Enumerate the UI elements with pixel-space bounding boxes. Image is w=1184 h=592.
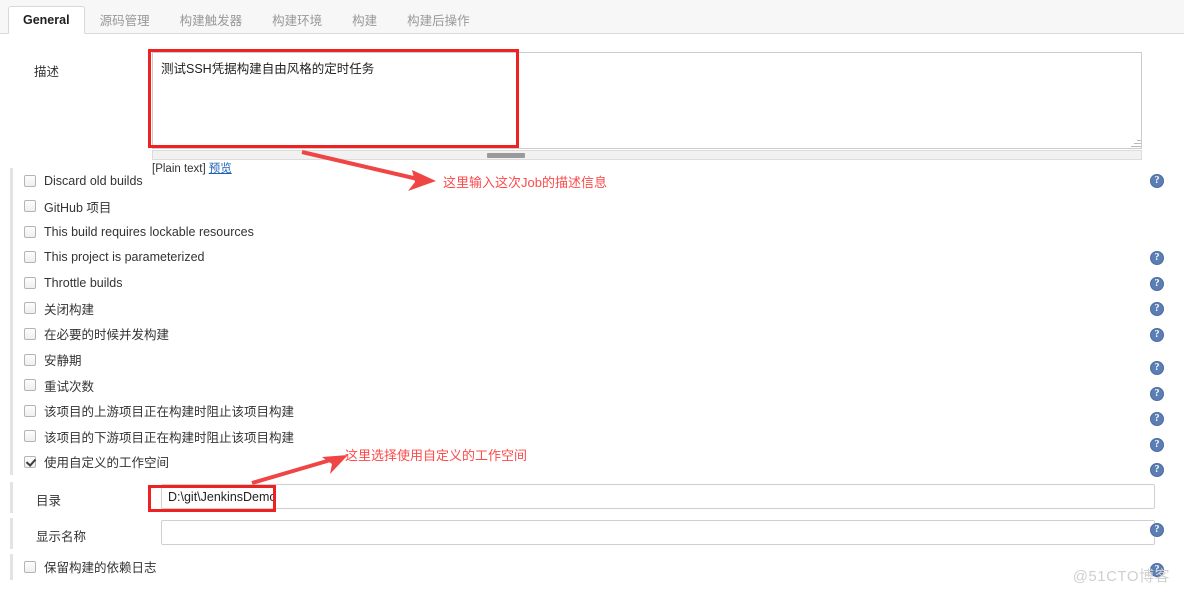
field-display-name-row: 显示名称 bbox=[10, 518, 1174, 549]
option-block-upstream[interactable]: 该项目的上游项目正在构建时阻止该项目构建 bbox=[13, 398, 1174, 424]
checkbox-retry-count[interactable] bbox=[24, 379, 36, 392]
options-group-1: Discard old builds GitHub 项目 This build … bbox=[10, 168, 1174, 347]
label-lockable-resources: This build requires lockable resources bbox=[44, 224, 254, 239]
options-group-3: 保留构建的依赖日志 bbox=[10, 554, 1174, 580]
checkbox-custom-workspace[interactable] bbox=[24, 455, 36, 468]
tab-general[interactable]: General bbox=[8, 6, 85, 34]
input-display-name[interactable] bbox=[161, 520, 1155, 545]
option-parameterized[interactable]: This project is parameterized bbox=[13, 245, 1174, 271]
label-display-name: 显示名称 bbox=[36, 530, 87, 544]
help-icon-block-downstream[interactable]: ? bbox=[1150, 438, 1164, 452]
tab-post-build-actions[interactable]: 构建后操作 bbox=[392, 7, 485, 34]
label-disable-build: 关闭构建 bbox=[44, 302, 95, 317]
tab-post-build-actions-label: 构建后操作 bbox=[407, 14, 470, 28]
checkbox-concurrent-builds[interactable] bbox=[24, 327, 36, 340]
label-block-upstream: 该项目的上游项目正在构建时阻止该项目构建 bbox=[44, 405, 295, 420]
input-directory[interactable] bbox=[161, 484, 1155, 509]
tab-build-triggers[interactable]: 构建触发器 bbox=[165, 7, 258, 34]
watermark: @51CTO博客 bbox=[1072, 568, 1170, 585]
label-keep-dependencies-log: 保留构建的依赖日志 bbox=[44, 561, 157, 576]
tab-general-label: General bbox=[23, 13, 70, 27]
checkbox-block-downstream[interactable] bbox=[24, 430, 36, 443]
tab-build-environment-label: 构建环境 bbox=[272, 14, 323, 28]
tab-build-triggers-label: 构建触发器 bbox=[179, 14, 243, 28]
label-discard-old-builds: Discard old builds bbox=[44, 173, 143, 188]
checkbox-keep-dependencies-log[interactable] bbox=[24, 560, 36, 573]
option-block-downstream[interactable]: 该项目的下游项目正在构建时阻止该项目构建 bbox=[13, 424, 1174, 450]
label-directory: 目录 bbox=[36, 494, 62, 508]
help-icon-custom-workspace[interactable]: ? bbox=[1150, 463, 1164, 477]
scrollbar-thumb[interactable] bbox=[487, 153, 525, 158]
field-directory-row: 目录 bbox=[10, 482, 1174, 513]
label-concurrent-builds: 在必要的时候并发构建 bbox=[44, 328, 170, 343]
checkbox-block-upstream[interactable] bbox=[24, 404, 36, 417]
checkbox-disable-build[interactable] bbox=[24, 302, 36, 315]
options-group-2: 安静期 重试次数 该项目的上游项目正在构建时阻止该项目构建 该项目的下游项目正在… bbox=[10, 347, 1174, 475]
checkbox-discard-old-builds[interactable] bbox=[24, 174, 36, 187]
option-retry-count[interactable]: 重试次数 bbox=[13, 373, 1174, 399]
label-retry-count: 重试次数 bbox=[44, 379, 95, 394]
option-throttle-builds[interactable]: Throttle builds bbox=[13, 270, 1174, 296]
config-tab-bar: General 源码管理 构建触发器 构建环境 构建 构建后操作 bbox=[0, 0, 1184, 34]
tab-source-code-management-label: 源码管理 bbox=[99, 14, 150, 28]
option-quiet-period[interactable]: 安静期 bbox=[13, 347, 1174, 373]
tab-build-label: 构建 bbox=[352, 14, 378, 28]
help-icon-display-name[interactable]: ? bbox=[1150, 523, 1164, 537]
checkbox-parameterized[interactable] bbox=[24, 251, 36, 264]
tab-source-code-management[interactable]: 源码管理 bbox=[85, 7, 165, 34]
config-form: 描述 [Plain text]预览 Discard old builds bbox=[0, 34, 1184, 592]
jenkins-job-config-page: General 源码管理 构建触发器 构建环境 构建 构建后操作 描述 [Pla… bbox=[0, 0, 1184, 592]
label-quiet-period: 安静期 bbox=[44, 354, 82, 369]
tab-build-environment[interactable]: 构建环境 bbox=[257, 7, 337, 34]
checkbox-throttle-builds[interactable] bbox=[24, 276, 36, 289]
config-tabs: General 源码管理 构建触发器 构建环境 构建 构建后操作 bbox=[8, 0, 485, 34]
help-icon-concurrent-builds[interactable]: ? bbox=[1150, 328, 1164, 342]
help-icon-block-upstream[interactable]: ? bbox=[1150, 412, 1164, 426]
description-row: 描述 [Plain text]预览 bbox=[0, 47, 1184, 177]
description-horizontal-scrollbar[interactable] bbox=[152, 150, 1142, 160]
description-label: 描述 bbox=[34, 65, 60, 79]
label-throttle-builds: Throttle builds bbox=[44, 275, 123, 290]
annotation-text-description: 这里输入这次Job的描述信息 bbox=[443, 175, 607, 190]
help-icon-parameterized[interactable]: ? bbox=[1150, 251, 1164, 265]
label-block-downstream: 该项目的下游项目正在构建时阻止该项目构建 bbox=[44, 430, 295, 445]
checkbox-github-project[interactable] bbox=[24, 200, 36, 213]
option-keep-dependencies-log[interactable]: 保留构建的依赖日志 bbox=[13, 554, 1174, 580]
option-concurrent-builds[interactable]: 在必要的时候并发构建 bbox=[13, 321, 1174, 347]
option-github-project[interactable]: GitHub 项目 bbox=[13, 194, 1174, 220]
label-github-project: GitHub 项目 bbox=[44, 200, 112, 215]
label-custom-workspace: 使用自定义的工作空间 bbox=[44, 456, 170, 471]
checkbox-lockable-resources[interactable] bbox=[24, 225, 36, 238]
help-icon-disable-build[interactable]: ? bbox=[1150, 302, 1164, 316]
help-icon-retry-count[interactable]: ? bbox=[1150, 387, 1164, 401]
help-icon-quiet-period[interactable]: ? bbox=[1150, 361, 1164, 375]
annotation-text-workspace: 这里选择使用自定义的工作空间 bbox=[345, 448, 528, 463]
description-textarea[interactable] bbox=[152, 52, 1142, 149]
option-disable-build[interactable]: 关闭构建 bbox=[13, 296, 1174, 322]
tab-build[interactable]: 构建 bbox=[337, 7, 392, 34]
option-custom-workspace[interactable]: 使用自定义的工作空间 bbox=[13, 449, 1174, 475]
help-icon-discard-old-builds[interactable]: ? bbox=[1150, 174, 1164, 188]
checkbox-quiet-period[interactable] bbox=[24, 353, 36, 366]
option-lockable-resources[interactable]: This build requires lockable resources bbox=[13, 219, 1174, 245]
help-icon-throttle-builds[interactable]: ? bbox=[1150, 277, 1164, 291]
label-parameterized: This project is parameterized bbox=[44, 250, 205, 265]
